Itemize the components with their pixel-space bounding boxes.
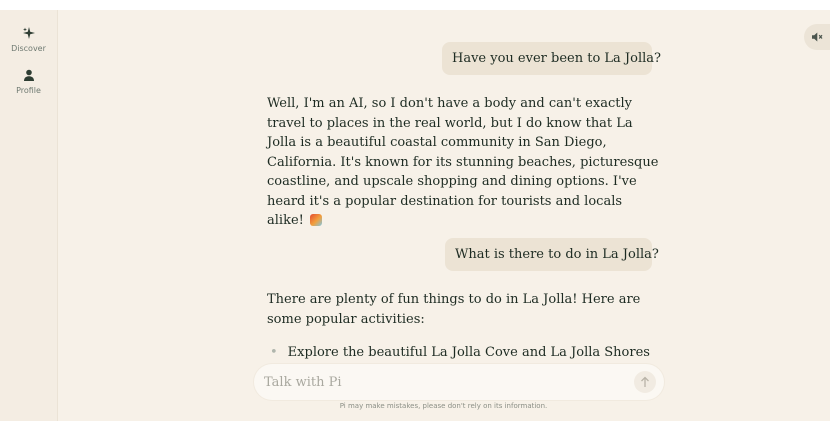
sidebar: Discover Profile [0,10,58,421]
sidebar-item-label: Discover [11,44,46,53]
disclaimer-text: Pi may make mistakes, please don't rely … [339,402,548,410]
person-icon [23,69,34,81]
ai-message: Well, I'm an AI, so I don't have a body … [267,96,659,228]
beach-emoji-icon [310,214,323,226]
chat-thread: Have you ever been to La Jolla? Well, I'… [57,10,830,421]
composer [254,364,664,400]
sidebar-item-discover[interactable]: Discover [0,26,57,53]
sparkle-icon [22,27,35,39]
arrow-up-icon [641,376,649,387]
activity-list: Explore the beautiful La Jolla Cove and … [270,343,650,363]
user-message: What is there to do in La Jolla? [445,238,659,271]
sidebar-item-profile[interactable]: Profile [0,68,57,95]
top-bar [0,0,830,10]
chat-input[interactable] [264,372,624,392]
ai-message: There are plenty of fun things to do in … [267,292,641,327]
user-message: Have you ever been to La Jolla? [442,42,661,75]
list-item: Explore the beautiful La Jolla Cove and … [270,343,650,363]
sidebar-item-label: Profile [16,86,41,95]
send-button[interactable] [634,371,656,393]
